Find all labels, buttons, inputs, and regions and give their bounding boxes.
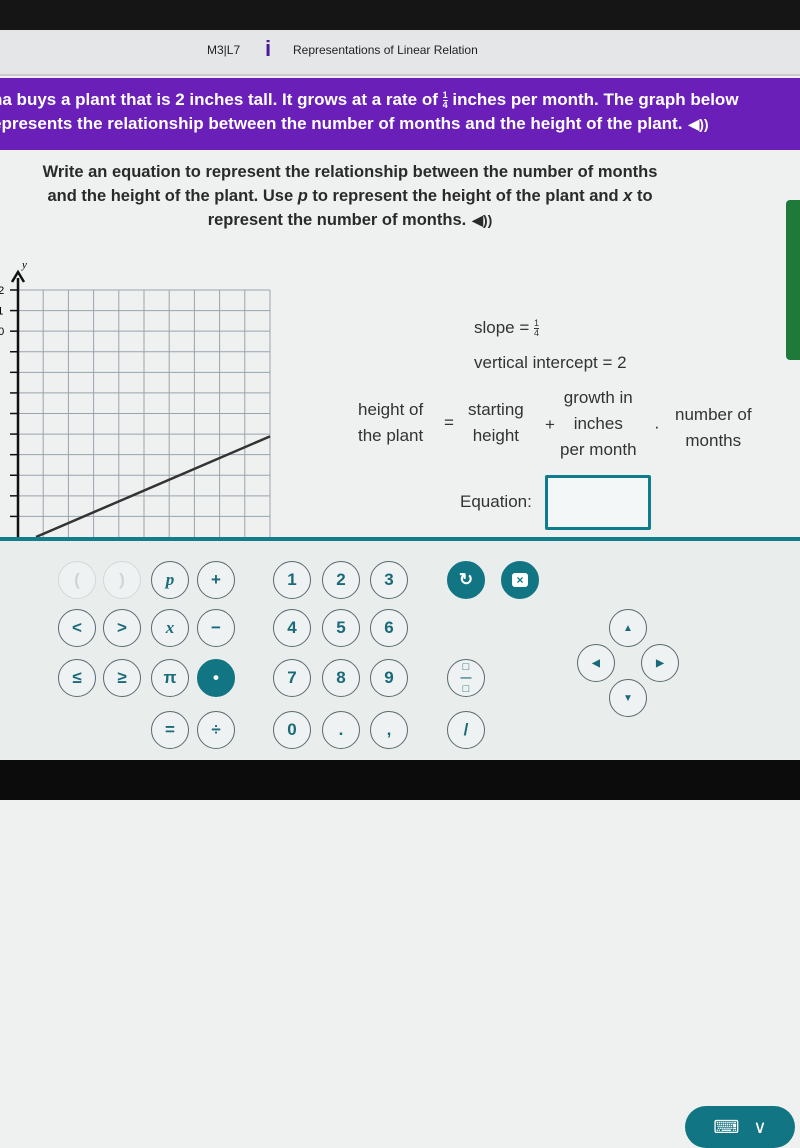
key-0-2[interactable]: p — [151, 561, 189, 599]
key-0[interactable]: 0 — [273, 711, 311, 749]
key-9[interactable]: 9 — [370, 659, 408, 697]
key-1-2[interactable]: x — [151, 609, 189, 647]
key-8[interactable]: 8 — [322, 659, 360, 697]
intercept-text: vertical intercept = 2 — [474, 353, 627, 372]
slash-button[interactable]: / — [447, 711, 485, 749]
screen-bezel-top — [0, 0, 800, 30]
line-graph: y 12 11 10 — [0, 259, 271, 539]
lesson-header: M3|L7 i Representations of Linear Relati… — [0, 30, 800, 76]
arrow-down-button[interactable]: ▼ — [609, 679, 647, 717]
key-2-0[interactable]: ≤ — [58, 659, 96, 697]
lesson-code: M3|L7 — [207, 43, 241, 57]
problem-banner: na buys a plant that is 2 inches tall. I… — [0, 78, 800, 150]
key-0-3[interactable]: + — [197, 561, 235, 599]
y-tick-label: 11 — [0, 306, 3, 318]
growth-rate: growth in inches per month — [560, 388, 637, 459]
word-equation-lhs: height of the plant — [358, 400, 424, 445]
equation-label: Equation: — [460, 492, 532, 511]
key-2-1[interactable]: ≥ — [103, 659, 141, 697]
math-keypad: ⌨ ∨ () p + < > x − ≤ ≥ π • = ÷ 1 2 3 4 5 6 7 8 9 0., □ — □ / ↻ × ▲ ◀ ▶ ▼ — [0, 541, 800, 1148]
arrow-left-button[interactable]: ◀ — [577, 644, 615, 682]
fraction-icon: □ — □ — [460, 660, 472, 695]
data-line — [35, 435, 271, 539]
keyboard-toggle-button[interactable]: ⌨ ∨ — [685, 1106, 795, 1148]
speaker-icon[interactable]: ◀)) — [688, 116, 708, 132]
key-2-3[interactable]: • — [197, 659, 235, 697]
key-1-3[interactable]: − — [197, 609, 235, 647]
backspace-button[interactable]: × — [501, 561, 539, 599]
side-tab[interactable] — [786, 200, 800, 360]
key-0-0[interactable]: ( — [58, 561, 96, 599]
key-3[interactable]: 3 — [370, 561, 408, 599]
arrow-right-button[interactable]: ▶ — [641, 644, 679, 682]
screen-bezel-bottom — [0, 760, 800, 800]
key-2[interactable]: 2 — [322, 561, 360, 599]
y-axis-label: y — [21, 259, 27, 271]
key-,[interactable]: , — [370, 711, 408, 749]
question-prompt: Write an equation to represent the relat… — [42, 163, 658, 229]
keyboard-icon: ⌨ — [713, 1116, 740, 1137]
fraction-button[interactable]: □ — □ — [447, 659, 485, 697]
key-0-1[interactable]: ) — [103, 561, 141, 599]
key-1-0[interactable]: < — [58, 609, 96, 647]
number-of-months: number of months — [675, 405, 752, 450]
key-3-1[interactable]: ÷ — [197, 711, 235, 749]
key-1-1[interactable]: > — [103, 609, 141, 647]
lesson-title: Representations of Linear Relation — [293, 43, 478, 57]
chevron-down-icon: ∨ — [753, 1116, 767, 1137]
info-icon[interactable]: i — [264, 38, 272, 62]
backspace-icon: × — [512, 573, 528, 587]
arrow-up-button[interactable]: ▲ — [609, 609, 647, 647]
y-tick-label: 10 — [0, 326, 4, 338]
starting-height: starting height — [468, 400, 524, 445]
key-4[interactable]: 4 — [273, 609, 311, 647]
times-dot: · — [654, 417, 660, 436]
key-6[interactable]: 6 — [370, 609, 408, 647]
key-7[interactable]: 7 — [273, 659, 311, 697]
key-2-2[interactable]: π — [151, 659, 189, 697]
y-tick-label: 12 — [0, 285, 4, 297]
key-3-0[interactable]: = — [151, 711, 189, 749]
key-1[interactable]: 1 — [273, 561, 311, 599]
key-.[interactable]: . — [322, 711, 360, 749]
plus-sign: + — [545, 415, 555, 434]
undo-button[interactable]: ↻ — [447, 561, 485, 599]
slope-text: slope = 14 — [474, 318, 540, 339]
equation-input[interactable] — [545, 475, 651, 530]
key-5[interactable]: 5 — [322, 609, 360, 647]
speaker-icon[interactable]: ◀)) — [472, 212, 492, 228]
equals-sign: = — [444, 413, 454, 432]
